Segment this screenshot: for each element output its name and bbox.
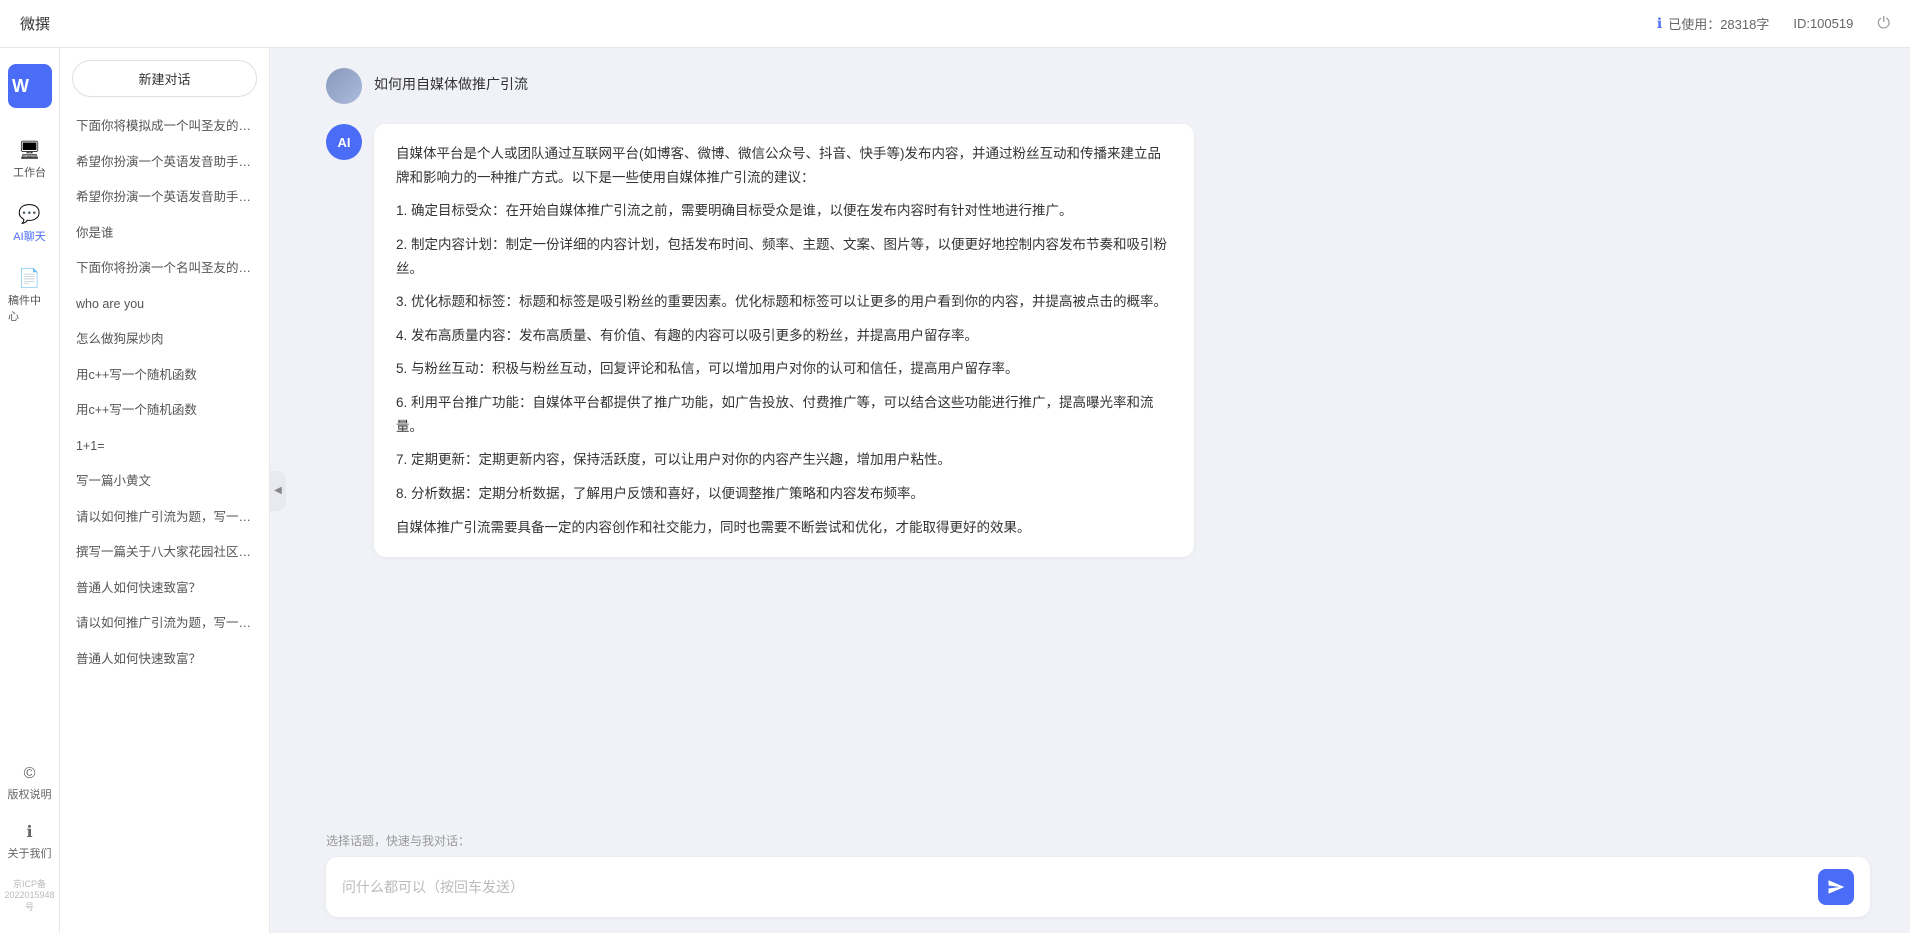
topbar-title: 微撰: [20, 13, 1657, 34]
chat-icon: 💬: [18, 204, 40, 225]
chat-area: 如何用自媒体做推广引流 AI 自媒体平台是个人或团队通过互联网平台(如博客、微博…: [286, 48, 1910, 933]
history-list-item[interactable]: 请以如何推广引流为题，写一篇大纲: [60, 500, 269, 536]
chat-input-area: 选择话题，快速与我对话：: [286, 822, 1910, 933]
history-list-item[interactable]: 希望你扮演一个英语发音助手，我提供给你...: [60, 145, 269, 181]
ai-chat-label: AI聊天: [13, 228, 45, 244]
chat-input[interactable]: [342, 876, 1808, 898]
draft-label: 稿件中心: [8, 292, 51, 324]
copyright-label: 版权说明: [8, 786, 52, 802]
send-icon: [1827, 878, 1845, 896]
chat-messages: 如何用自媒体做推广引流 AI 自媒体平台是个人或团队通过互联网平台(如博客、微博…: [286, 48, 1910, 822]
workbench-label: 工作台: [13, 164, 46, 180]
brand-logo: W: [8, 64, 52, 108]
nav-items: 🖥 工作台 💬 AI聊天 📄 稿件中心: [0, 132, 59, 332]
sidebar-item-workbench[interactable]: 🖥 工作台: [4, 132, 55, 188]
ai-paragraph: 自媒体平台是个人或团队通过互联网平台(如博客、微博、微信公众号、抖音、快手等)发…: [396, 142, 1172, 189]
topbar-right: ℹ 已使用：28318字 ID:100519 ⏻: [1657, 14, 1890, 33]
history-list-item[interactable]: 下面你将扮演一个名叫圣友的医生: [60, 251, 269, 287]
user-message-text: 如何用自媒体做推广引流: [374, 68, 528, 94]
about-icon: ℹ: [26, 822, 32, 842]
topbar-id: ID:100519: [1793, 16, 1853, 31]
ai-avatar: AI: [326, 124, 362, 160]
send-button[interactable]: [1818, 869, 1854, 905]
sidebar-item-ai-chat[interactable]: 💬 AI聊天: [4, 196, 55, 252]
user-avatar: [326, 68, 362, 104]
icon-sidebar-bottom: © 版权说明 ℹ 关于我们 京ICP备2022015948号: [0, 757, 59, 933]
collapse-button[interactable]: ◀: [270, 471, 286, 511]
topbar: 微撰 ℹ 已使用：28318字 ID:100519 ⏻: [0, 0, 1910, 48]
history-list-item[interactable]: 普通人如何快速致富？: [60, 642, 269, 678]
ai-paragraph: 7. 定期更新：定期更新内容，保持活跃度，可以让用户对你的内容产生兴趣，增加用户…: [396, 448, 1172, 472]
history-list-item[interactable]: 写一篇小黄文: [60, 464, 269, 500]
quick-topics-label: 选择话题，快速与我对话：: [326, 832, 1870, 849]
topbar-usage: ℹ 已使用：28318字: [1657, 14, 1769, 33]
input-box-wrapper: [326, 857, 1870, 917]
ai-paragraph: 2. 制定内容计划：制定一份详细的内容计划，包括发布时间、频率、主题、文案、图片…: [396, 233, 1172, 280]
workbench-icon: 🖥: [18, 140, 41, 161]
history-list-item[interactable]: 用c++写一个随机函数: [60, 393, 269, 429]
user-avatar-img: [326, 68, 362, 104]
user-message: 如何用自媒体做推广引流: [326, 68, 1870, 104]
history-list: 下面你将模拟成一个叫圣友的程序员、我说...希望你扮演一个英语发音助手，我提供给…: [60, 105, 269, 933]
copyright-icon: ©: [24, 765, 36, 783]
main-layout: W 🖥 工作台 💬 AI聊天 📄 稿件中心 © 版权说明 ℹ: [0, 48, 1910, 933]
sidebar-item-draft[interactable]: 📄 稿件中心: [4, 260, 55, 332]
icon-sidebar: W 🖥 工作台 💬 AI聊天 📄 稿件中心 © 版权说明 ℹ: [0, 48, 60, 933]
usage-text: 已使用：28318字: [1668, 14, 1769, 33]
about-item[interactable]: ℹ 关于我们: [0, 814, 59, 869]
ai-paragraph: 1. 确定目标受众：在开始自媒体推广引流之前，需要明确目标受众是谁，以便在发布内…: [396, 199, 1172, 223]
history-list-item[interactable]: 用c++写一个随机函数: [60, 358, 269, 394]
history-list-item[interactable]: 下面你将模拟成一个叫圣友的程序员、我说...: [60, 109, 269, 145]
history-list-item[interactable]: 你是谁: [60, 216, 269, 252]
history-list-item[interactable]: who are you: [60, 287, 269, 323]
copyright-item[interactable]: © 版权说明: [0, 757, 59, 810]
history-list-item[interactable]: 希望你扮演一个英语发音助手，我提供给你...: [60, 180, 269, 216]
ai-message: AI 自媒体平台是个人或团队通过互联网平台(如博客、微博、微信公众号、抖音、快手…: [326, 124, 1870, 557]
ai-paragraph: 6. 利用平台推广功能：自媒体平台都提供了推广功能，如广告投放、付费推广等，可以…: [396, 391, 1172, 438]
new-chat-button[interactable]: 新建对话: [72, 60, 257, 97]
about-label: 关于我们: [8, 845, 52, 861]
ai-paragraph: 自媒体推广引流需要具备一定的内容创作和社交能力，同时也需要不断尝试和优化，才能取…: [396, 516, 1172, 540]
info-icon: ℹ: [1657, 15, 1662, 32]
history-list-item[interactable]: 请以如何推广引流为题，写一篇大纲: [60, 606, 269, 642]
ai-paragraph: 5. 与粉丝互动：积极与粉丝互动，回复评论和私信，可以增加用户对你的认可和信任，…: [396, 357, 1172, 381]
logout-icon[interactable]: ⏻: [1877, 15, 1890, 33]
ai-paragraph: 8. 分析数据：定期分析数据，了解用户反馈和喜好，以便调整推广策略和内容发布频率…: [396, 482, 1172, 506]
ai-message-content: 自媒体平台是个人或团队通过互联网平台(如博客、微博、微信公众号、抖音、快手等)发…: [374, 124, 1194, 557]
history-list-item[interactable]: 撰写一篇关于八大家花园社区一刻钟便民生...: [60, 535, 269, 571]
history-list-item[interactable]: 怎么做狗屎炒肉: [60, 322, 269, 358]
icp-text: 京ICP备2022015948号: [0, 873, 59, 917]
ai-paragraph: 3. 优化标题和标签：标题和标签是吸引粉丝的重要因素。优化标题和标签可以让更多的…: [396, 290, 1172, 314]
ai-paragraph: 4. 发布高质量内容：发布高质量、有价值、有趣的内容可以吸引更多的粉丝，并提高用…: [396, 324, 1172, 348]
history-list-item[interactable]: 普通人如何快速致富？: [60, 571, 269, 607]
svg-text:W: W: [12, 76, 29, 96]
draft-icon: 📄: [18, 268, 40, 289]
history-sidebar: 新建对话 下面你将模拟成一个叫圣友的程序员、我说...希望你扮演一个英语发音助手…: [60, 48, 270, 933]
history-list-item[interactable]: 1+1=: [60, 429, 269, 465]
